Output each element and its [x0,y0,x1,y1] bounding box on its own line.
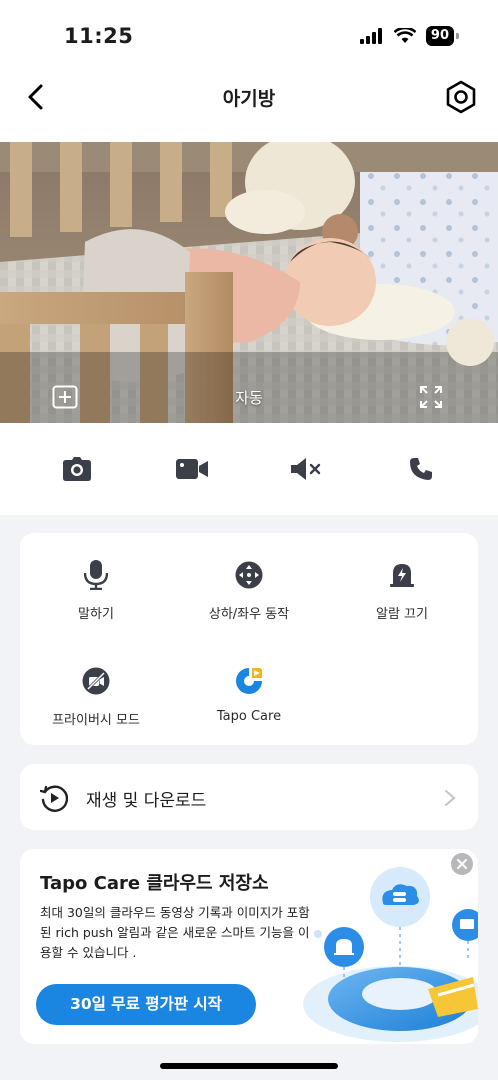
promo-description: 최대 30일의 클라우드 동영상 기록과 이미지가 포함된 rich push … [40,905,310,960]
settings-icon[interactable] [444,80,478,114]
action-label: Tapo Care [216,709,282,724]
chevron-right-icon [445,790,456,806]
tapo-care-promo-card: Tapo Care 클라우드 저장소 최대 30일의 클라우드 동영상 기록과 … [20,849,478,1044]
tapo-care-icon [236,668,262,694]
cloud-storage-illustration [303,867,478,1042]
status-time: 11:25 [64,24,134,48]
battery-indicator: 90 [425,26,460,46]
video-record-icon [175,459,208,479]
talk-button[interactable]: 말하기 [20,559,172,622]
camera-feed-image [0,142,498,423]
promo-title: Tapo Care 클라우드 저장소 [40,873,269,894]
phone-icon [409,458,432,480]
status-icons: 90 [359,26,460,46]
action-label: 프라이버시 모드 [52,713,140,728]
microphone-icon [84,560,108,590]
playback-history-icon [40,785,68,812]
record-button[interactable] [167,444,217,494]
snapshot-button[interactable] [52,444,102,494]
mute-button[interactable] [281,444,331,494]
pan-tilt-icon [235,561,263,589]
home-indicator[interactable] [160,1063,338,1069]
tapo-care-button[interactable]: Tapo Care [173,665,325,724]
alarm-off-button[interactable]: 알람 끄기 [326,559,478,622]
action-label: 알람 끄기 [376,607,428,622]
playback-download-row[interactable]: 재생 및 다운로드 [20,764,478,830]
camera-live-view[interactable]: 자동 [0,142,498,423]
camera-controls [0,423,498,515]
wifi-icon [393,28,416,43]
signal-icon [359,28,382,44]
feature-actions-card: 말하기 상하/좌우 동작 알람 끄기 프라이버시 모드 Tapo Care [20,533,478,745]
playback-label: 재생 및 다운로드 [86,791,207,811]
pan-tilt-button[interactable]: 상하/좌우 동작 [173,559,325,622]
speaker-muted-icon [291,458,321,480]
action-label: 말하기 [78,607,114,622]
start-trial-button[interactable]: 30일 무료 평가판 시작 [36,984,256,1025]
action-label: 상하/좌우 동작 [208,607,290,622]
privacy-mode-button[interactable]: 프라이버시 모드 [20,665,172,728]
privacy-mode-icon [82,667,110,695]
camera-icon [63,457,92,481]
call-button[interactable] [396,444,446,494]
close-promo-button[interactable] [451,853,473,875]
alarm-icon [390,564,414,587]
nav-bar: 아기방 [0,70,498,142]
page-title: 아기방 [222,88,276,110]
fullscreen-icon[interactable] [419,385,443,409]
status-bar: 11:25 90 [0,0,498,70]
close-icon [457,859,467,869]
